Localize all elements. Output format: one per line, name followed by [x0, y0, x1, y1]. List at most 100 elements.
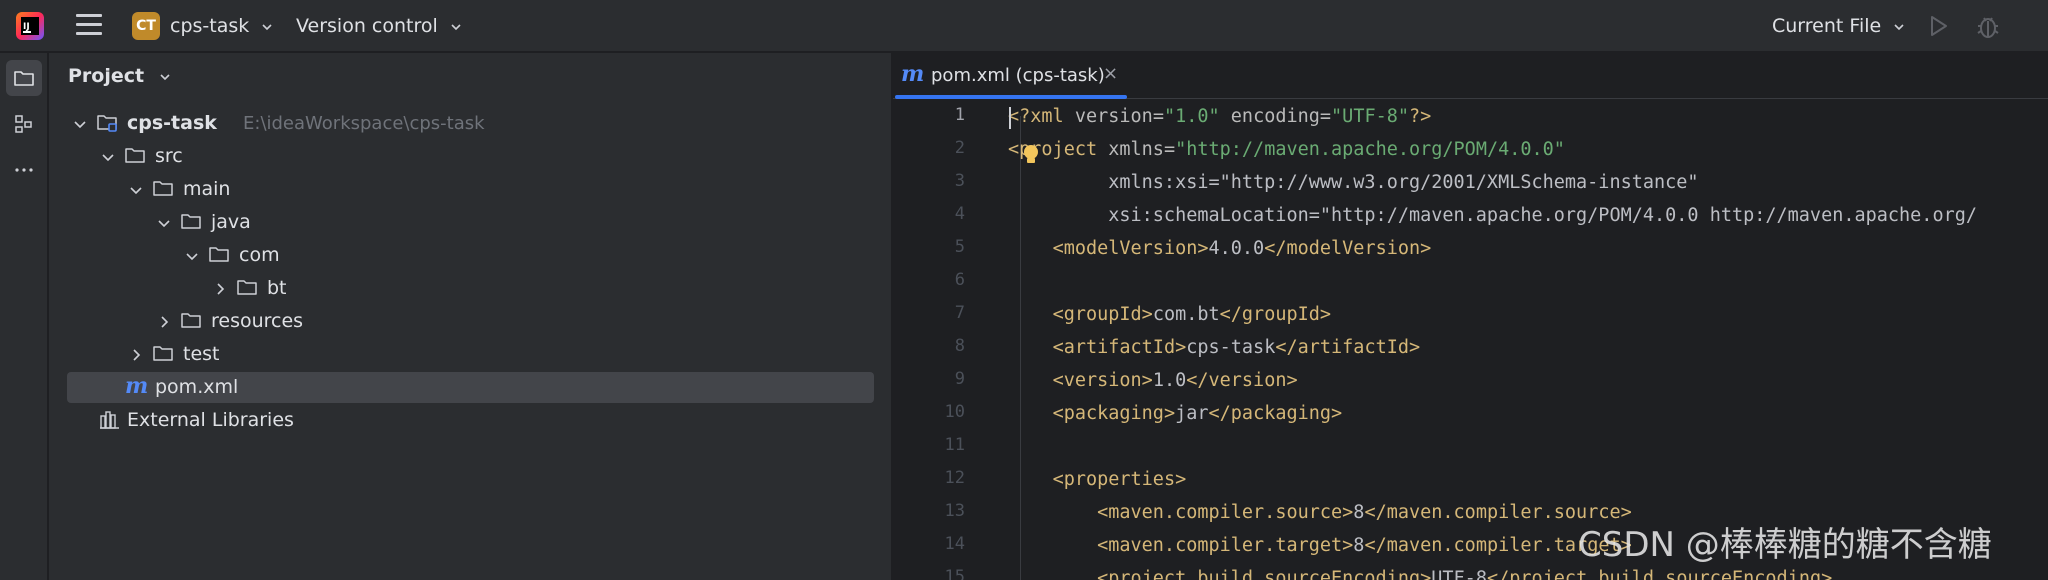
folder-icon — [153, 181, 173, 196]
chevron-down-icon[interactable] — [157, 216, 171, 230]
tree-item-label: cps-task — [127, 112, 217, 134]
code-line[interactable]: <modelVersion>4.0.0</modelVersion> — [1008, 232, 1432, 265]
line-number: 13 — [944, 501, 965, 521]
title-bar: IJ CT cps-task Version control Current F… — [0, 0, 2048, 52]
line-number: 12 — [944, 468, 965, 488]
run-configuration-selector[interactable]: Current File — [1772, 15, 1905, 37]
project-name: cps-task — [170, 15, 250, 37]
line-number: 4 — [954, 204, 965, 224]
intellij-logo-icon[interactable]: IJ — [14, 10, 46, 42]
close-icon[interactable]: × — [1103, 63, 1118, 84]
tree-item-label: bt — [267, 277, 287, 299]
project-tool-window: Project cps-task E:\ideaWorkspace\cps-ta… — [49, 53, 892, 580]
tab-label: pom.xml (cps-task) — [931, 65, 1105, 86]
code-line[interactable]: xmlns:xsi="http://www.w3.org/2001/XMLSch… — [1008, 166, 1698, 199]
svg-text:IJ: IJ — [23, 22, 30, 32]
code-line[interactable]: xsi:schemaLocation="http://maven.apache.… — [1008, 199, 1977, 232]
folder-icon — [125, 148, 145, 163]
version-control-menu[interactable]: Version control — [296, 15, 462, 37]
run-icon[interactable] — [1926, 14, 1950, 38]
code-line[interactable]: <project xmlns="http://maven.apache.org/… — [1008, 133, 1565, 166]
line-number: 11 — [944, 435, 965, 455]
project-view-selector[interactable]: Project — [68, 65, 171, 87]
folder-icon — [209, 247, 229, 262]
tree-item-main[interactable]: main — [67, 174, 874, 205]
folder-icon — [153, 346, 173, 361]
project-badge[interactable]: CT — [132, 12, 160, 40]
tree-item-path: E:\ideaWorkspace\cps-task — [243, 113, 485, 134]
code-line[interactable]: <maven.compiler.target>8</maven.compiler… — [1008, 529, 1632, 562]
tree-item-label: main — [183, 178, 231, 200]
module-folder-icon — [97, 115, 117, 132]
line-number-gutter[interactable]: 1 2 3 4 5 6 7 8 9 10 11 12 13 14 15 — [893, 100, 1003, 580]
active-tab-indicator — [895, 95, 1127, 99]
tree-item-com[interactable]: com — [67, 240, 874, 271]
line-number: 10 — [944, 402, 965, 422]
editor-area: m pom.xml (cps-task) × 1 2 3 4 5 6 7 8 9 10 11 12 13… — [893, 53, 2048, 580]
chevron-down-icon[interactable] — [101, 150, 115, 164]
watermark: CSDN @棒棒糖的糖不含糖 — [1578, 525, 1992, 565]
chevron-down-icon — [1894, 23, 1904, 30]
folder-icon — [181, 313, 201, 328]
tree-item-label: src — [155, 145, 183, 167]
tree-item-java[interactable]: java — [67, 207, 874, 238]
line-number: 6 — [954, 270, 965, 290]
tree-item-bt[interactable]: bt — [67, 273, 874, 304]
more-tools-button[interactable] — [6, 152, 42, 188]
chevron-down-icon — [451, 23, 461, 30]
folder-icon — [14, 71, 34, 86]
tree-item-label: pom.xml — [155, 376, 239, 398]
text-caret — [1009, 107, 1011, 129]
project-switcher[interactable]: cps-task — [170, 15, 273, 37]
chevron-down-icon[interactable] — [73, 117, 87, 131]
project-tool-button[interactable] — [6, 60, 42, 96]
code-line[interactable]: <packaging>jar</packaging> — [1008, 397, 1343, 430]
debug-icon[interactable] — [1975, 12, 2001, 40]
code-editor[interactable]: <?xml version="1.0" encoding="UTF-8"?> <p… — [1008, 100, 2048, 580]
chevron-down-icon[interactable] — [129, 183, 143, 197]
more-icon — [15, 168, 33, 172]
code-line[interactable]: <maven.compiler.source>8</maven.compiler… — [1008, 496, 1632, 529]
line-number: 2 — [954, 138, 965, 158]
line-number: 15 — [944, 567, 965, 580]
main-menu-icon[interactable] — [76, 14, 102, 38]
run-configuration-label: Current File — [1772, 15, 1882, 37]
chevron-down-icon — [262, 23, 272, 30]
code-line[interactable]: <groupId>com.bt</groupId> — [1008, 298, 1331, 331]
chevron-down-icon — [160, 73, 170, 80]
line-number: 1 — [954, 105, 965, 125]
panel-title: Project — [68, 65, 145, 87]
tree-item-label: External Libraries — [127, 409, 294, 431]
editor-tab-pom-xml[interactable]: m pom.xml (cps-task) × — [893, 53, 1129, 99]
code-line[interactable]: <version>1.0</version> — [1008, 364, 1298, 397]
tree-item-src[interactable]: src — [67, 141, 874, 172]
code-line[interactable]: <?xml version="1.0" encoding="UTF-8"?> — [1008, 100, 1431, 133]
tree-item-cps-task[interactable]: cps-task E:\ideaWorkspace\cps-task — [67, 108, 874, 139]
line-number: 9 — [954, 369, 965, 389]
line-number: 3 — [954, 171, 965, 191]
maven-file-icon: m — [901, 61, 925, 87]
code-line[interactable]: <artifactId>cps-task</artifactId> — [1008, 331, 1421, 364]
maven-file-icon: m — [125, 373, 149, 399]
library-icon — [100, 411, 119, 429]
tree-item-label: com — [239, 244, 280, 266]
tree-item-label: resources — [211, 310, 304, 332]
tree-item-label: java — [211, 211, 251, 233]
chevron-down-icon[interactable] — [185, 249, 199, 263]
tree-item-test[interactable]: test — [67, 339, 874, 370]
line-number: 5 — [954, 237, 965, 257]
lightbulb-icon[interactable] — [1022, 144, 1040, 166]
editor-tab-bar: m pom.xml (cps-task) × — [893, 53, 2048, 99]
tree-item-pom-xml[interactable]: m pom.xml — [67, 372, 874, 403]
tree-item-resources[interactable]: resources — [67, 306, 874, 337]
folder-icon — [181, 214, 201, 229]
tool-window-strip — [0, 53, 48, 580]
code-line[interactable]: <properties> — [1008, 463, 1187, 496]
line-number: 14 — [944, 534, 965, 554]
line-number: 7 — [954, 303, 965, 323]
tree-item-external-libraries[interactable]: External Libraries — [67, 405, 874, 436]
chevron-right-icon[interactable] — [157, 315, 171, 329]
structure-tool-button[interactable] — [6, 106, 42, 142]
chevron-right-icon[interactable] — [213, 282, 227, 296]
chevron-right-icon[interactable] — [129, 348, 143, 362]
